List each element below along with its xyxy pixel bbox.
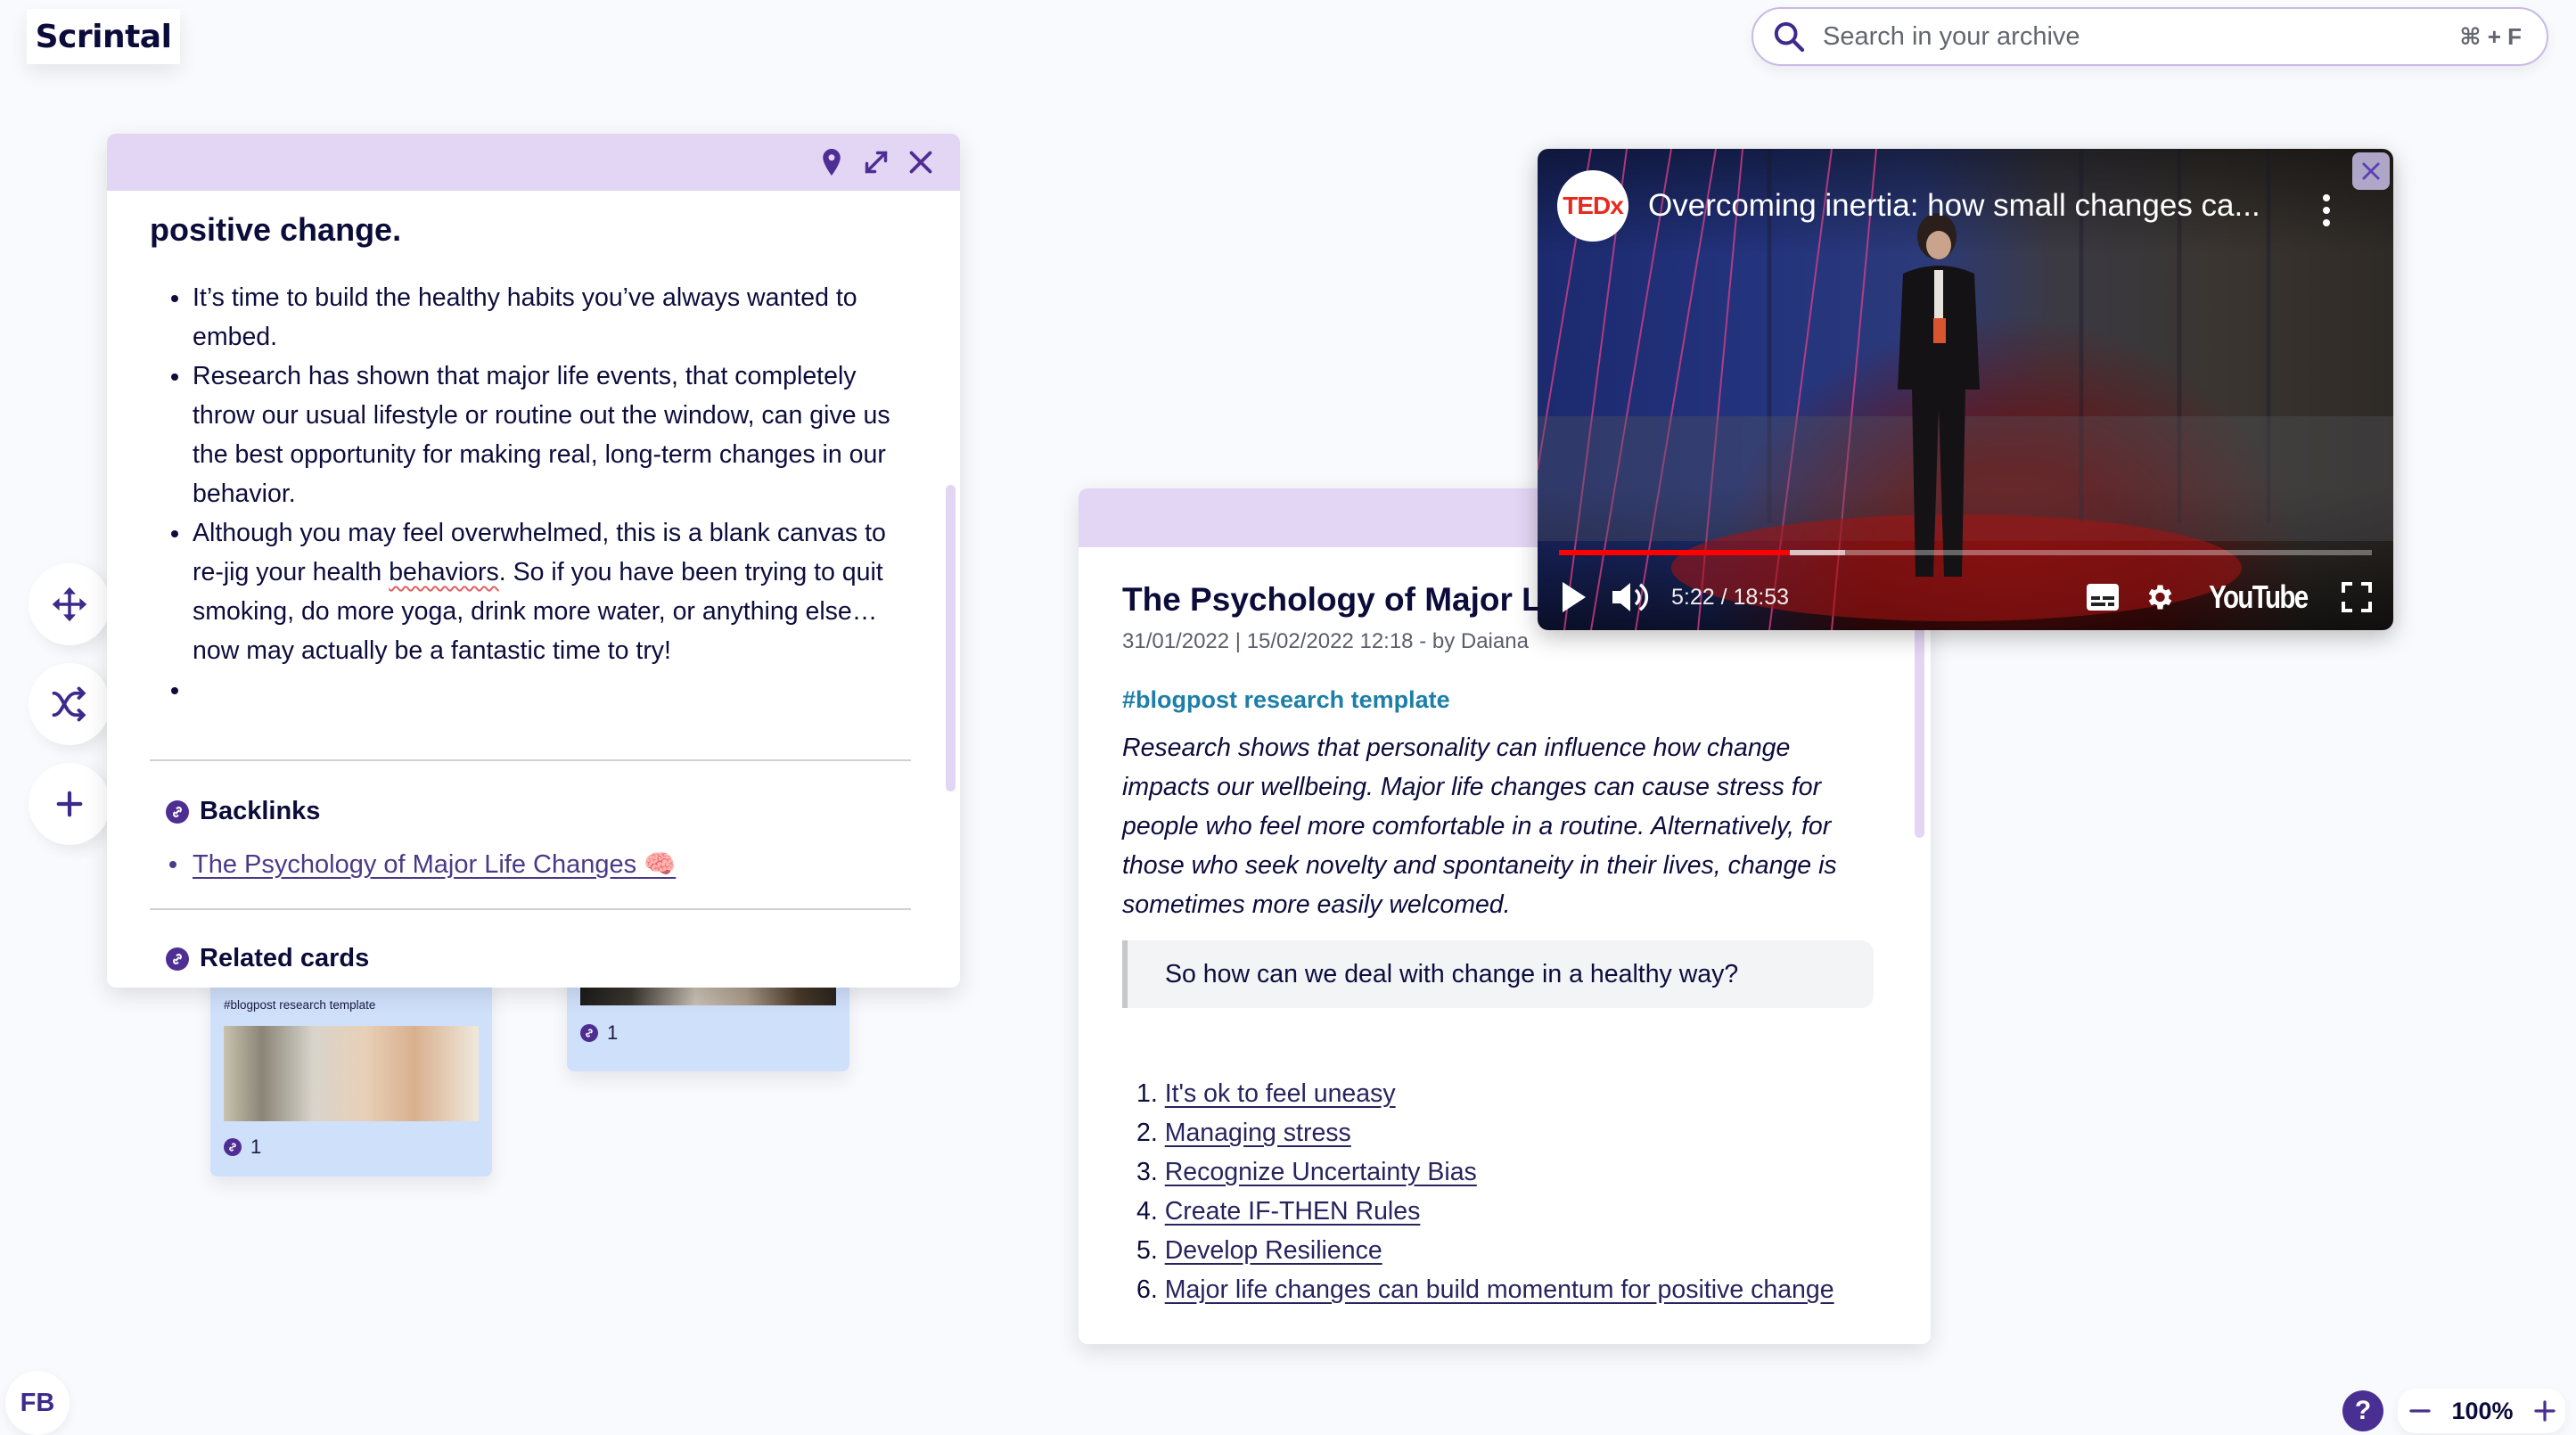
divider	[150, 908, 911, 910]
video-player[interactable]: TEDx Overcoming inertia: how small chang…	[1538, 149, 2393, 630]
card-content: positive change. It’s time to build the …	[107, 191, 960, 988]
step-link[interactable]: Managing stress	[1165, 1119, 1351, 1147]
youtube-logo[interactable]: YouTube	[2209, 578, 2309, 616]
related-card-footer: 1	[210, 1136, 492, 1159]
link-icon	[166, 800, 189, 824]
close-icon[interactable]	[905, 146, 937, 178]
backlink-link[interactable]: The Psychology of Major Life Changes 🧠	[193, 849, 676, 880]
video-title[interactable]: Overcoming inertia: how small changes ca…	[1648, 188, 2260, 224]
more-options-icon[interactable]	[2322, 193, 2331, 227]
left-card-scrollbar[interactable]	[946, 485, 956, 791]
search-shortcut: ⌘ + F	[2459, 22, 2522, 50]
related-card-footer: 1	[567, 1021, 849, 1045]
search-input[interactable]	[1823, 21, 2460, 52]
app-logo[interactable]: Scrintal	[27, 9, 180, 64]
play-icon[interactable]	[1559, 580, 1589, 614]
step-link[interactable]: Create IF-THEN Rules	[1165, 1197, 1421, 1226]
step-item: 4. Create IF-THEN Rules	[1136, 1197, 1421, 1226]
steps-list: 1. It's ok to feel uneasy 2. Managing st…	[1122, 1074, 1882, 1309]
card-header[interactable]	[107, 134, 960, 191]
move-arrows-icon	[52, 586, 87, 622]
video-controls: 5:22 / 18:53 YouTube	[1559, 575, 2372, 619]
card-tag[interactable]: #blogpost research template	[1122, 686, 1450, 714]
search-bar[interactable]: ⌘ + F	[1752, 7, 2548, 66]
step-item: 1. It's ok to feel uneasy	[1136, 1079, 1396, 1108]
plus-icon	[56, 791, 83, 817]
related-card-rosa-parks[interactable]: Rosa Parks^ #blogpost research template …	[210, 968, 492, 1177]
right-card-scrollbar[interactable]	[1915, 624, 1924, 838]
location-pin-icon[interactable]	[816, 146, 848, 178]
card-meta: 31/01/2022 | 15/02/2022 12:18 - by Daian…	[1122, 629, 1529, 653]
card-description: Research shows that personality can infl…	[1122, 734, 1837, 919]
related-card-image	[224, 1026, 479, 1121]
related-cards-heading: Related cards	[166, 944, 911, 973]
card-content: The Psychology of Major Life Changes 31/…	[1079, 579, 1931, 1309]
bullet-list: It’s time to build the healthy habits yo…	[150, 278, 911, 709]
step-item: 5. Develop Resilience	[1136, 1236, 1382, 1265]
link-icon	[224, 1138, 242, 1156]
close-video-button[interactable]	[2352, 152, 2390, 190]
backlinks-heading: Backlinks	[166, 797, 911, 826]
divider	[150, 759, 911, 761]
search-icon	[1774, 21, 1805, 53]
played-bar	[1559, 550, 1790, 555]
backlink-item: The Psychology of Major Life Changes 🧠	[169, 849, 911, 880]
zoom-out-icon[interactable]	[2407, 1398, 2433, 1424]
zoom-in-icon[interactable]	[2531, 1398, 2558, 1424]
step-link[interactable]: It's ok to feel uneasy	[1165, 1079, 1396, 1108]
channel-logo[interactable]: TEDx	[1557, 170, 1628, 242]
step-item: 2. Managing stress	[1136, 1119, 1351, 1147]
step-item: 3. Recognize Uncertainty Bias	[1136, 1158, 1477, 1186]
video-progress-bar[interactable]	[1559, 550, 2372, 555]
move-tool-button[interactable]	[29, 563, 111, 645]
note-card-left[interactable]: positive change. It’s time to build the …	[107, 134, 960, 988]
zoom-controls: 100%	[2398, 1389, 2565, 1433]
settings-gear-icon[interactable]	[2143, 581, 2175, 613]
link-count: 1	[250, 1136, 262, 1158]
link-count: 1	[607, 1021, 619, 1044]
step-link[interactable]: Develop Resilience	[1165, 1236, 1382, 1265]
bullet-item: It’s time to build the healthy habits yo…	[150, 278, 911, 357]
video-time: 5:22 / 18:53	[1671, 584, 1790, 610]
related-card-tag: #blogpost research template	[224, 998, 376, 1012]
help-button[interactable]: ?	[2342, 1390, 2383, 1431]
bullet-item: Although you may feel overwhelmed, this …	[150, 513, 911, 670]
add-tool-button[interactable]	[29, 763, 111, 845]
fullscreen-icon[interactable]	[2342, 582, 2372, 612]
blockquote: So how can we deal with change in a heal…	[1122, 940, 1874, 1008]
expand-icon[interactable]	[860, 146, 892, 178]
bullet-item-empty[interactable]	[150, 670, 911, 709]
step-link[interactable]: Major life changes can build momentum fo…	[1165, 1275, 1834, 1304]
section-heading: positive change.	[150, 211, 402, 248]
zoom-level: 100%	[2451, 1397, 2514, 1424]
speaker-figure	[1898, 213, 1980, 577]
volume-icon[interactable]	[1611, 579, 1650, 615]
bullet-item: Research has shown that major life event…	[150, 357, 911, 513]
shuffle-icon	[52, 686, 86, 722]
shuffle-tool-button[interactable]	[29, 663, 111, 745]
close-icon	[2362, 162, 2380, 180]
misspelled-word[interactable]: behaviors	[389, 558, 499, 586]
step-link[interactable]: Recognize Uncertainty Bias	[1165, 1158, 1477, 1186]
user-avatar[interactable]: FB	[5, 1371, 70, 1435]
subtitles-icon[interactable]	[2086, 583, 2120, 611]
link-icon	[580, 1024, 598, 1042]
step-item: 6. Major life changes can build momentum…	[1136, 1275, 1834, 1304]
link-icon	[166, 947, 189, 971]
